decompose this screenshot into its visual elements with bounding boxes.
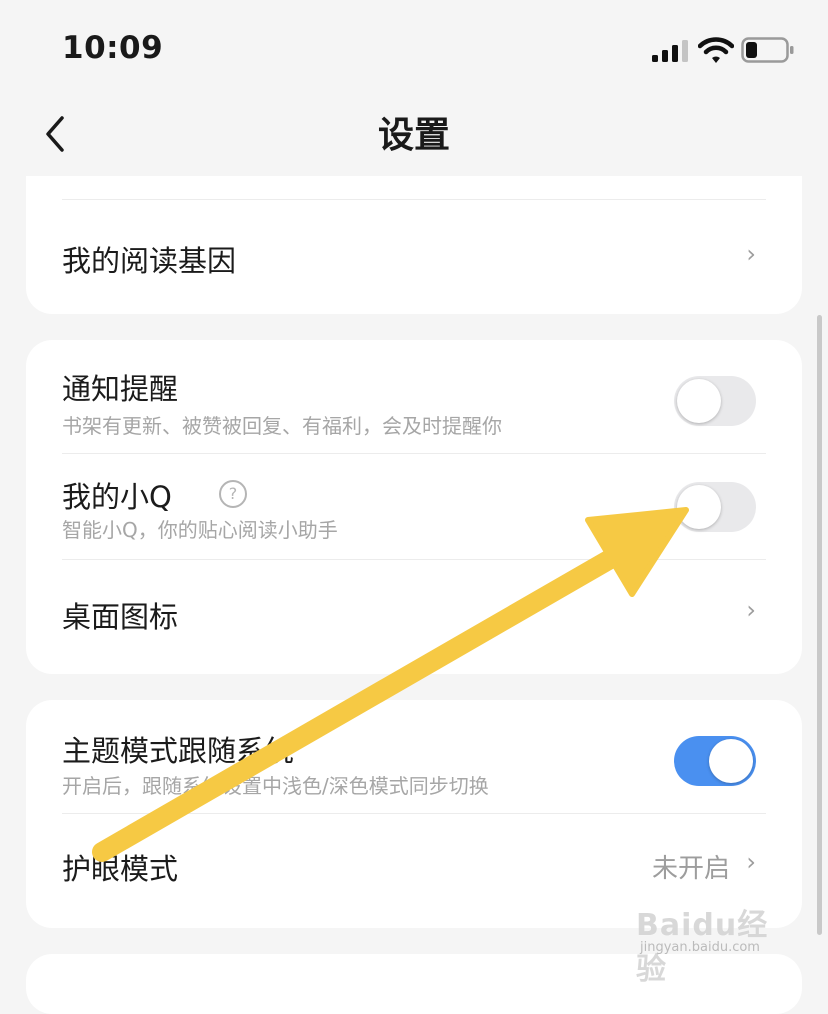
signal-bars-icon [652, 40, 688, 62]
watermark-logo: Baidu经验 jingyan.baidu.com [636, 900, 796, 987]
eye-mode-label: 护眼模式 [62, 852, 179, 886]
card-display: 主题模式跟随系统 开启后，跟随系统设置中浅色/深色模式同步切换 护眼模式 未开启… [26, 700, 802, 928]
reading-gene-label: 我的阅读基因 [62, 244, 237, 278]
status-time: 10:09 [62, 30, 164, 66]
nav-bar: 设置 [0, 100, 828, 172]
notify-row: 通知提醒 书架有更新、被赞被回复、有福利，会及时提醒你 [26, 340, 802, 453]
theme-follow-row: 主题模式跟随系统 开启后，跟随系统设置中浅色/深色模式同步切换 [26, 700, 802, 813]
card-reading: 我的阅读基因 › [26, 176, 802, 314]
xiaoq-row: 我的小Q 智能小Q，你的贴心阅读小助手 [26, 454, 802, 558]
chevron-right-icon: › [746, 596, 756, 624]
chevron-right-icon: › [746, 240, 756, 268]
page-title: 设置 [377, 115, 450, 156]
toggle-knob [709, 739, 753, 783]
wifi-icon [698, 37, 734, 63]
scrollbar[interactable] [817, 315, 822, 935]
battery-icon [741, 37, 794, 63]
notify-subtitle: 书架有更新、被赞被回复、有福利，会及时提醒你 [62, 414, 502, 438]
chevron-right-icon: › [746, 848, 756, 876]
toggle-knob [677, 379, 721, 423]
status-bar: 10:09 [0, 0, 828, 100]
desktop-icon-row[interactable]: 桌面图标 › [26, 560, 802, 674]
theme-follow-title: 主题模式跟随系统 [62, 734, 295, 768]
eye-mode-value: 未开启 [651, 854, 730, 884]
watermark-url: jingyan.baidu.com [640, 940, 760, 955]
theme-follow-toggle[interactable] [674, 736, 756, 786]
toggle-knob [677, 485, 721, 529]
help-circle-icon[interactable]: ? [219, 480, 247, 508]
xiaoq-title: 我的小Q [62, 480, 172, 514]
theme-follow-subtitle: 开启后，跟随系统设置中浅色/深色模式同步切换 [62, 774, 489, 798]
notify-toggle[interactable] [674, 376, 756, 426]
reading-gene-row[interactable]: 我的阅读基因 › [26, 200, 802, 314]
card-notifications: 通知提醒 书架有更新、被赞被回复、有福利，会及时提醒你 我的小Q 智能小Q，你的… [26, 340, 802, 674]
notify-title: 通知提醒 [62, 372, 179, 406]
desktop-icon-label: 桌面图标 [62, 600, 179, 634]
xiaoq-subtitle: 智能小Q，你的贴心阅读小助手 [62, 518, 338, 542]
xiaoq-toggle[interactable] [674, 482, 756, 532]
